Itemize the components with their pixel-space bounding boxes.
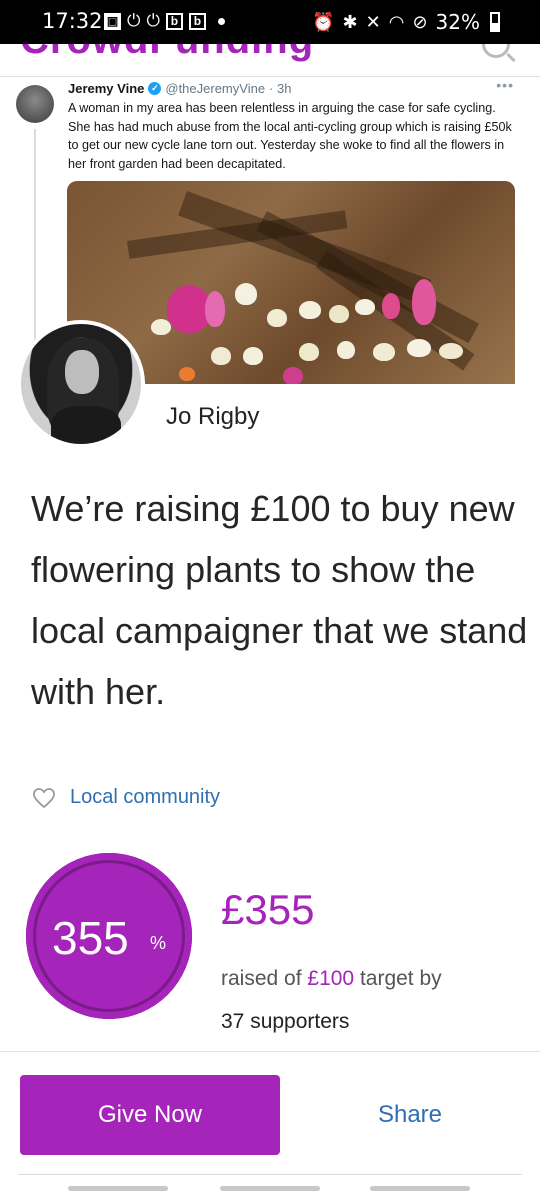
tweet-text: A woman in my area has been relentless i… <box>68 101 512 171</box>
tweet-header: Jeremy Vine ✓ @theJeremyVine · 3h <box>68 81 291 96</box>
gallery-icon: ▣ <box>104 12 121 30</box>
more-icon: ••• <box>496 77 514 93</box>
status-time: 17:32 <box>42 9 103 33</box>
amount-raised: £355 <box>221 886 315 933</box>
power-icon: ⏻ <box>127 11 141 31</box>
progress-circle: 355 % <box>26 853 192 1019</box>
category-label[interactable]: Local community <box>70 786 220 809</box>
raised-of-target: raised of £100 target by <box>221 967 442 991</box>
verified-icon: ✓ <box>148 82 162 95</box>
bbc-b-icon: b <box>188 12 206 30</box>
share-button[interactable]: Share <box>300 1075 520 1155</box>
bluetooth-icon: ✱ <box>342 11 358 33</box>
progress-percent: 355 <box>52 912 129 964</box>
category-link[interactable]: Local community <box>32 786 220 809</box>
tweet-author: Jeremy Vine <box>68 81 145 96</box>
power-icon: ⏻ <box>146 11 160 31</box>
recent-apps-button[interactable] <box>68 1186 168 1191</box>
tweet-avatar <box>16 85 54 123</box>
supporters-count[interactable]: 37 supporters <box>221 1010 349 1034</box>
organiser-name[interactable]: Jo Rigby <box>166 403 259 431</box>
site-logo[interactable]: CrowdFunding <box>20 44 314 63</box>
percent-sign: % <box>150 933 167 953</box>
wifi-icon: ◠ <box>388 11 405 33</box>
heart-icon <box>33 787 55 808</box>
battery-icon <box>490 12 500 32</box>
navigation-bar <box>0 1180 540 1200</box>
divider <box>18 1174 522 1175</box>
tweet-age: · 3h <box>269 81 292 96</box>
page-title: We’re raising £100 to buy new flowering … <box>31 488 528 712</box>
home-button[interactable] <box>220 1186 320 1191</box>
notification-icons: ▣ ⏻ ⏻ b b <box>104 11 225 31</box>
search-icon[interactable] <box>482 44 510 58</box>
status-bar: 17:32 ▣ ⏻ ⏻ b b ⏰ ✱ ✕ ◠ ⊘ 32% <box>0 0 540 44</box>
alarm-icon: ⏰ <box>312 11 335 33</box>
avatar <box>17 320 145 448</box>
bbc-b-icon: b <box>165 12 183 30</box>
back-button[interactable] <box>370 1186 470 1191</box>
dot-icon <box>217 17 225 25</box>
site-header: CrowdFunding <box>0 44 540 76</box>
tweet-handle: @theJeremyVine <box>165 81 266 96</box>
do-not-disturb-icon: ⊘ <box>412 11 428 33</box>
battery-percent: 32% <box>435 10 480 34</box>
system-icons: ⏰ ✱ ✕ ◠ ⊘ 32% <box>312 10 500 34</box>
raised-of-prefix: raised of <box>221 967 308 990</box>
divider <box>0 1051 540 1052</box>
target-amount: £100 <box>307 967 355 990</box>
raised-of-suffix: target by <box>354 967 442 990</box>
mute-icon: ✕ <box>365 11 381 33</box>
give-now-button[interactable]: Give Now <box>20 1075 280 1155</box>
